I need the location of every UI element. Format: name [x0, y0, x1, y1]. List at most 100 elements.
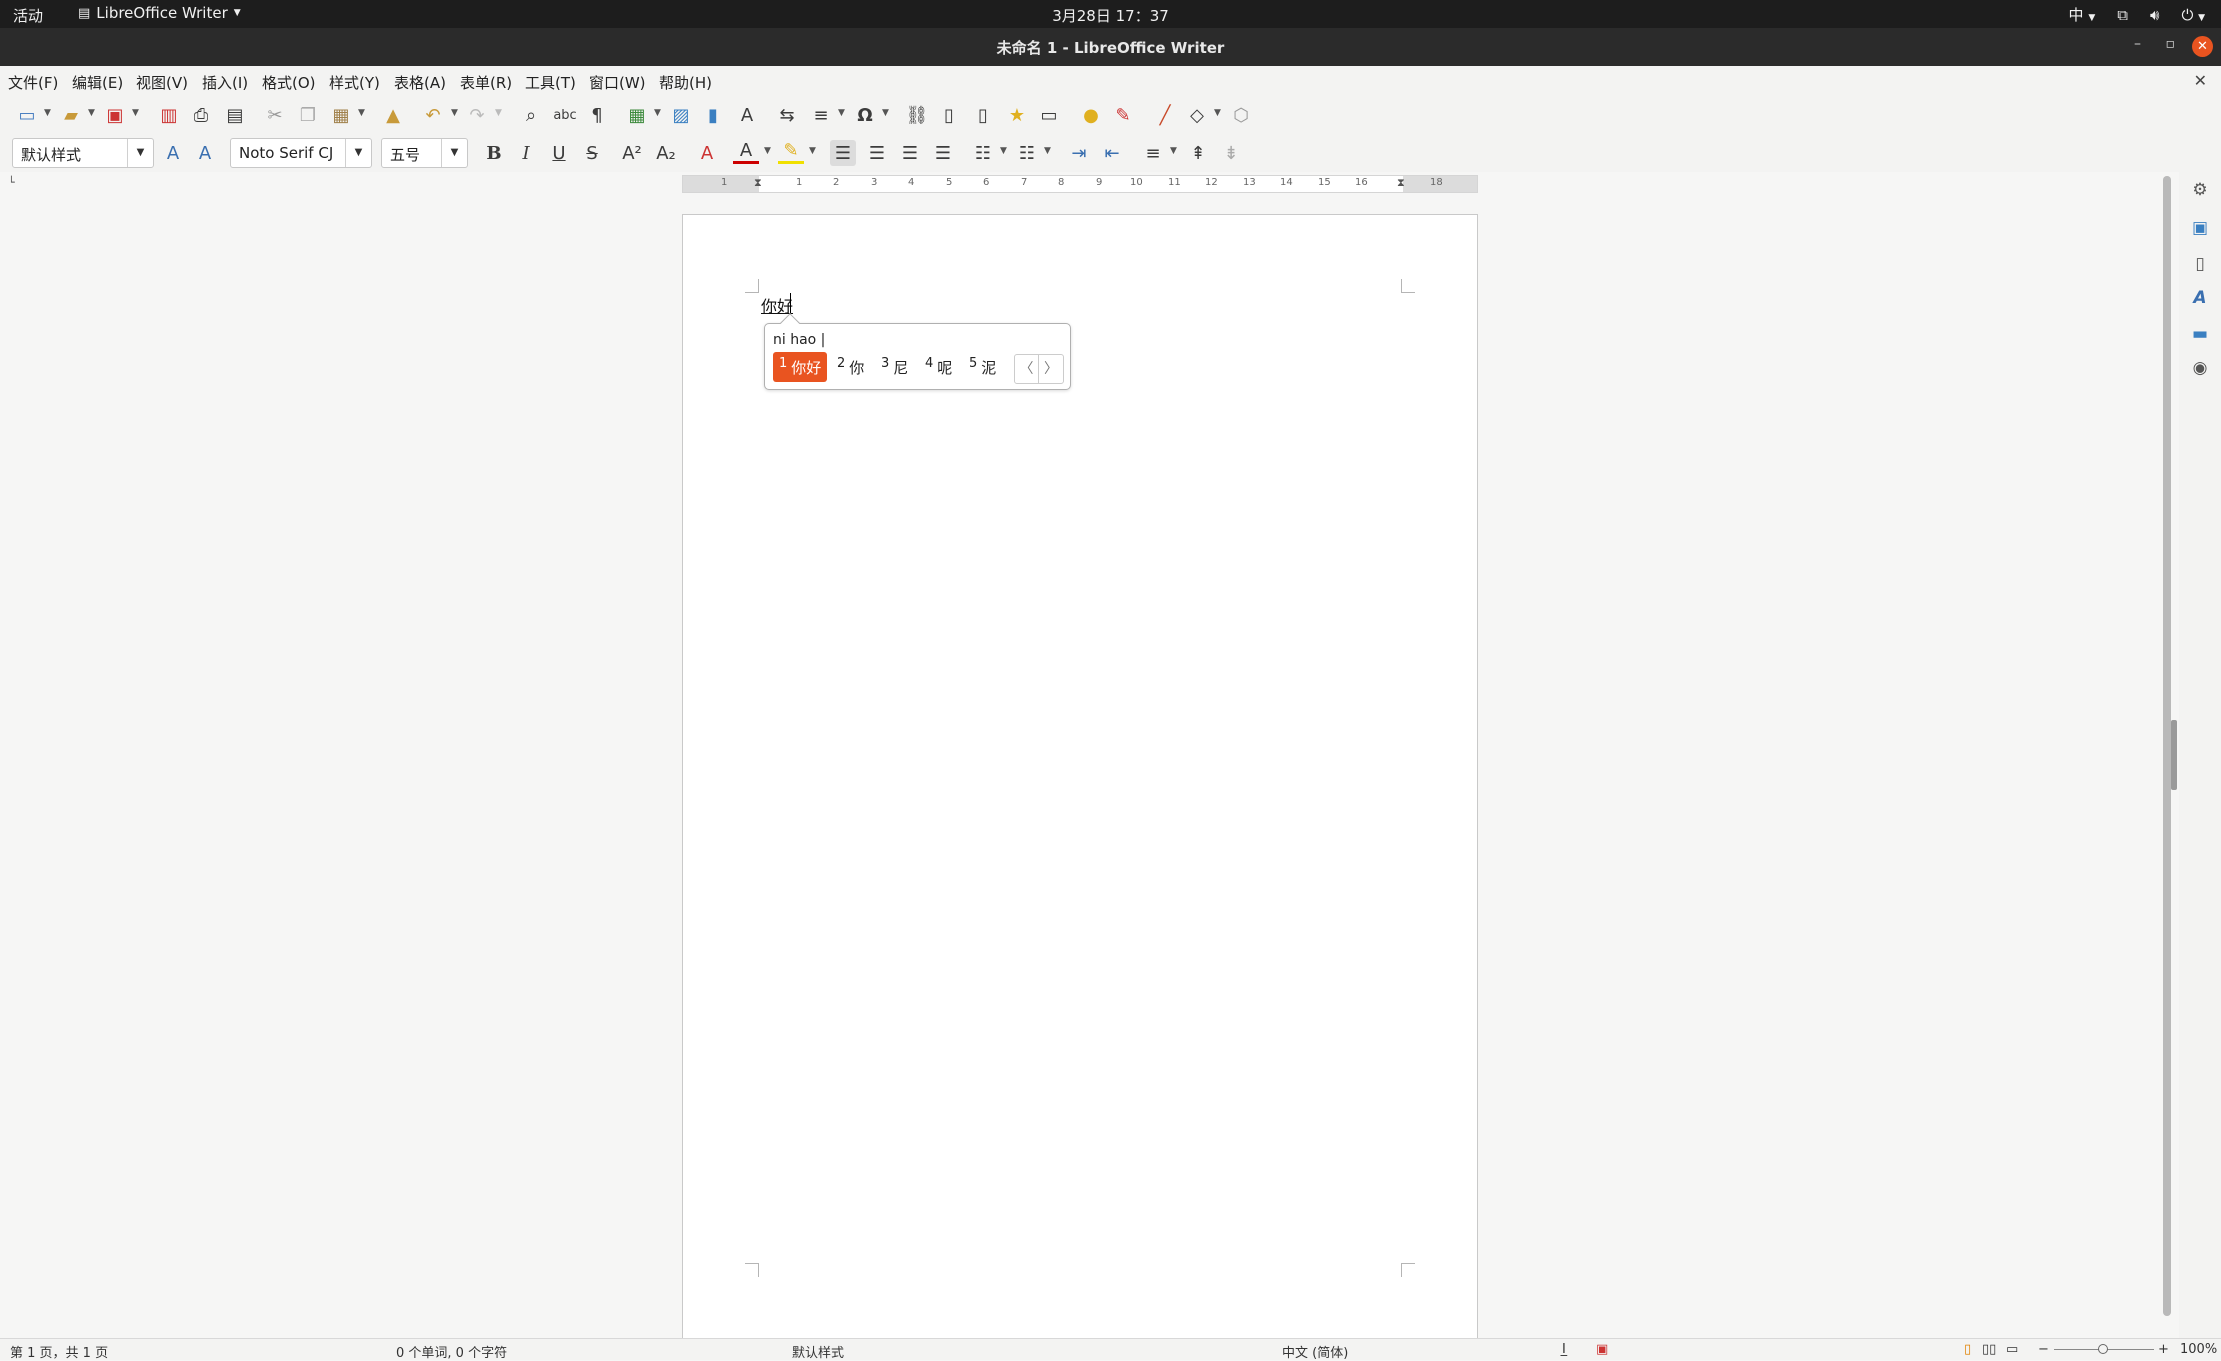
hyperlink-icon[interactable]: ⛓ — [904, 102, 930, 128]
new-style-icon[interactable]: A — [192, 140, 218, 166]
spellcheck-icon[interactable]: abc — [552, 102, 578, 128]
page-count-status[interactable]: 第 1 页，共 1 页 — [10, 1342, 108, 1361]
power-icon[interactable]: ⏻ ▼ — [2181, 6, 2205, 24]
ordered-list-icon[interactable]: ☷ — [1014, 140, 1040, 166]
insert-mode-icon[interactable]: I̲ — [1562, 1342, 1566, 1357]
chevron-down-icon[interactable]: ▼ — [882, 108, 889, 118]
superscript-icon[interactable]: A² — [619, 140, 645, 166]
formatting-marks-icon[interactable]: ¶ — [584, 102, 610, 128]
update-style-icon[interactable]: A — [160, 140, 186, 166]
zoom-slider-handle[interactable] — [2098, 1344, 2108, 1354]
clock[interactable]: 3月28日 17：37 — [1052, 7, 1169, 25]
chevron-down-icon[interactable]: ▼ — [127, 139, 153, 167]
decrease-paragraph-spacing-icon[interactable]: ⇟ — [1218, 140, 1244, 166]
sidebar-settings-icon[interactable]: ⚙ — [2189, 180, 2211, 202]
zoom-out-icon[interactable]: − — [2038, 1342, 2049, 1357]
comment-icon[interactable]: ● — [1078, 102, 1104, 128]
word-count-status[interactable]: 0 个单词, 0 个字符 — [396, 1342, 507, 1361]
menu-edit[interactable]: 编辑(E) — [72, 72, 123, 93]
increase-indent-icon[interactable]: ⇥ — [1066, 140, 1092, 166]
font-name-select[interactable]: Noto Serif CJ ▼ — [230, 138, 372, 168]
activities-button[interactable]: 活动 — [13, 5, 43, 26]
insert-field-icon[interactable]: ≡ — [808, 102, 834, 128]
increase-paragraph-spacing-icon[interactable]: ⇞ — [1185, 140, 1211, 166]
font-size-select[interactable]: 五号 ▼ — [381, 138, 468, 168]
chevron-down-icon[interactable]: ▼ — [358, 108, 365, 118]
single-page-view-icon[interactable]: ▯ — [1964, 1342, 1971, 1357]
cross-reference-icon[interactable]: ▭ — [1036, 102, 1062, 128]
chevron-down-icon[interactable]: ▼ — [764, 146, 771, 156]
bold-icon[interactable]: B — [481, 140, 507, 166]
right-indent-marker[interactable]: ⧗ — [1397, 176, 1405, 190]
special-character-icon[interactable]: Ω — [852, 102, 878, 128]
network-icon[interactable]: ⧉ — [2117, 6, 2128, 24]
bookmark-icon[interactable]: ★ — [1004, 102, 1030, 128]
underline-icon[interactable]: U — [546, 140, 572, 166]
chevron-down-icon[interactable]: ▼ — [838, 108, 845, 118]
highlight-color-icon[interactable]: ✎ — [778, 140, 804, 164]
maximize-button[interactable]: ▫ — [2166, 36, 2176, 52]
font-color-icon[interactable]: A — [733, 140, 759, 164]
line-icon[interactable]: ╱ — [1152, 102, 1178, 128]
chevron-down-icon[interactable]: ▼ — [451, 108, 458, 118]
unordered-list-icon[interactable]: ☷ — [970, 140, 996, 166]
scrollbar-thumb[interactable] — [2163, 176, 2171, 1316]
volume-icon[interactable]: 🔊︎ — [2150, 6, 2159, 24]
ime-candidate-2[interactable]: 2 你 — [831, 352, 870, 382]
multi-page-view-icon[interactable]: ▯▯ — [1982, 1342, 1996, 1357]
footnote-icon[interactable]: ▯ — [936, 102, 962, 128]
open-folder-icon[interactable]: ▰ — [58, 102, 84, 128]
zoom-in-icon[interactable]: + — [2158, 1342, 2169, 1357]
clear-formatting-icon[interactable]: A — [694, 140, 720, 166]
indent-marker[interactable]: ⧗ — [754, 176, 762, 190]
chevron-down-icon[interactable]: ▼ — [654, 108, 661, 118]
close-document-icon[interactable]: ✕ — [2194, 71, 2207, 90]
menu-table[interactable]: 表格(A) — [394, 72, 446, 93]
print-preview-icon[interactable]: ▤ — [222, 102, 248, 128]
align-center-icon[interactable]: ☰ — [864, 140, 890, 166]
ime-candidate-4[interactable]: 4 呢 — [919, 352, 958, 382]
menu-help[interactable]: 帮助(H) — [659, 72, 712, 93]
chevron-down-icon[interactable]: ▼ — [809, 146, 816, 156]
align-right-icon[interactable]: ☰ — [897, 140, 923, 166]
menu-file[interactable]: 文件(F) — [8, 72, 58, 93]
paste-icon[interactable]: ▦ — [328, 102, 354, 128]
save-icon[interactable]: ▣ — [102, 102, 128, 128]
vertical-scrollbar[interactable] — [2163, 176, 2171, 1316]
insert-chart-icon[interactable]: ▮ — [700, 102, 726, 128]
chevron-down-icon[interactable]: ▼ — [495, 108, 502, 118]
insert-image-icon[interactable]: ▨ — [668, 102, 694, 128]
print-icon[interactable]: ⎙ — [188, 102, 214, 128]
italic-icon[interactable]: I — [513, 140, 539, 166]
zoom-level[interactable]: 100% — [2180, 1342, 2217, 1357]
subscript-icon[interactable]: A₂ — [653, 140, 679, 166]
chevron-down-icon[interactable]: ▼ — [1044, 146, 1051, 156]
ime-prev-page-button[interactable]: 〈 — [1015, 355, 1039, 383]
chevron-down-icon[interactable]: ▼ — [1214, 108, 1221, 118]
page-style-status[interactable]: 默认样式 — [792, 1342, 844, 1361]
justify-icon[interactable]: ☰ — [930, 140, 956, 166]
copy-icon[interactable]: ❐ — [295, 102, 321, 128]
menu-view[interactable]: 视图(V) — [136, 72, 188, 93]
horizontal-ruler[interactable]: 1 ⧗ 1 2 3 4 5 6 7 8 9 10 11 12 13 14 15 … — [682, 175, 1478, 193]
track-changes-icon[interactable]: ✎ — [1110, 102, 1136, 128]
menu-insert[interactable]: 插入(I) — [202, 72, 248, 93]
book-view-icon[interactable]: ▭ — [2006, 1342, 2018, 1357]
align-left-icon[interactable]: ☰ — [830, 140, 856, 166]
strikethrough-icon[interactable]: S — [579, 140, 605, 166]
undo-icon[interactable]: ↶ — [420, 102, 446, 128]
zoom-slider[interactable] — [2054, 1344, 2154, 1354]
insert-page-break-icon[interactable]: ⇆ — [774, 102, 800, 128]
chevron-down-icon[interactable]: ▼ — [345, 139, 371, 167]
document-modified-icon[interactable]: ▣ — [1596, 1342, 1608, 1357]
chevron-down-icon[interactable]: ▼ — [441, 139, 467, 167]
insert-table-icon[interactable]: ▦ — [624, 102, 650, 128]
paragraph-style-select[interactable]: 默认样式 ▼ — [12, 138, 154, 168]
cut-icon[interactable]: ✂ — [262, 102, 288, 128]
insert-textbox-icon[interactable]: A — [734, 102, 760, 128]
chevron-down-icon[interactable]: ▼ — [132, 108, 139, 118]
sidebar-navigator-icon[interactable]: ◉ — [2189, 358, 2211, 380]
minimize-button[interactable]: – — [2134, 36, 2141, 52]
basic-shapes-icon[interactable]: ◇ — [1184, 102, 1210, 128]
ime-candidate-5[interactable]: 5 泥 — [963, 352, 1002, 382]
